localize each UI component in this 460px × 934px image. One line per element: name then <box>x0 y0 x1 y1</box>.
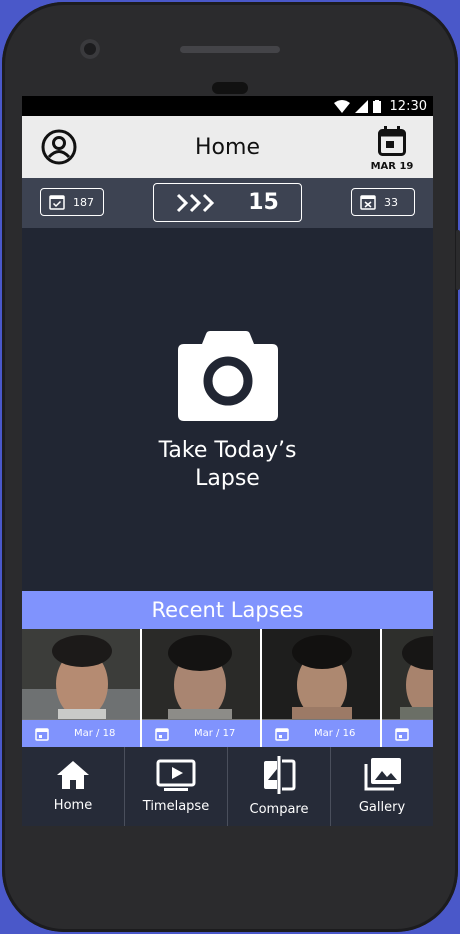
streak-counter[interactable]: 15 <box>153 183 302 222</box>
recent-lapse-item[interactable]: Mar / 17 <box>142 629 260 747</box>
calendar-icon <box>275 727 289 741</box>
battery-icon <box>372 99 381 113</box>
signal-icon <box>354 99 368 113</box>
lapse-photo <box>262 629 380 719</box>
speaker-grille <box>180 46 280 53</box>
nav-timelapse-label: Timelapse <box>142 799 210 814</box>
earpiece <box>212 82 248 94</box>
play-screen-icon <box>156 759 196 791</box>
front-camera <box>80 39 100 59</box>
compare-icon <box>264 756 296 794</box>
calendar-x-icon <box>360 195 376 210</box>
missed-count: 33 <box>384 195 398 209</box>
recent-lapse-item[interactable]: Mar / 16 <box>262 629 380 747</box>
date-picker-button[interactable]: MAR 19 <box>369 126 415 172</box>
take-lapse-label-line1: Take Today’s <box>158 437 297 463</box>
calendar-icon <box>378 126 406 156</box>
status-bar: 12:30 <box>22 96 433 116</box>
nav-home-label: Home <box>53 798 93 813</box>
lapse-date: Mar / 16 <box>314 728 356 739</box>
home-icon <box>57 761 89 789</box>
nav-home[interactable]: Home <box>22 747 125 826</box>
recent-lapse-item[interactable] <box>382 629 433 747</box>
calendar-check-icon <box>49 195 65 210</box>
current-date-label: MAR 19 <box>370 161 414 172</box>
calendar-icon <box>395 727 409 741</box>
volume-button <box>456 230 460 290</box>
nav-gallery[interactable]: Gallery <box>331 747 433 826</box>
nav-compare-label: Compare <box>249 802 309 817</box>
completed-days-chip[interactable]: 187 <box>40 188 104 216</box>
recent-lapses-list: Mar / 18 Mar / 17 Mar / 16 <box>22 629 433 747</box>
stats-bar: 187 15 33 <box>22 178 433 228</box>
nav-timelapse[interactable]: Timelapse <box>125 747 228 826</box>
gallery-icon <box>364 758 401 791</box>
calendar-icon <box>155 727 169 741</box>
streak-count: 15 <box>248 190 279 215</box>
recent-lapses-header: Recent Lapses <box>22 591 433 629</box>
lapse-date: Mar / 17 <box>194 728 236 739</box>
camera-icon <box>177 330 278 421</box>
nav-gallery-label: Gallery <box>358 800 406 815</box>
lapse-date: Mar / 18 <box>74 728 116 739</box>
status-time: 12:30 <box>389 98 427 114</box>
take-lapse-button[interactable]: Take Today’s Lapse <box>22 228 433 591</box>
lapse-photo <box>382 629 433 719</box>
lapse-caption <box>382 720 433 747</box>
page-title: Home <box>195 134 260 160</box>
lapse-caption: Mar / 18 <box>22 720 140 747</box>
lapse-photo <box>22 629 140 719</box>
lapse-caption: Mar / 16 <box>262 720 380 747</box>
take-lapse-label-line2: Lapse <box>195 465 260 491</box>
calendar-icon <box>35 727 49 741</box>
chevrons-right-icon <box>177 193 215 212</box>
app-screen: 12:30 Home MAR 19 187 15 33 Take Today’s… <box>22 96 433 826</box>
lapse-photo <box>142 629 260 719</box>
lapse-caption: Mar / 17 <box>142 720 260 747</box>
recent-lapse-item[interactable]: Mar / 18 <box>22 629 140 747</box>
completed-count: 187 <box>73 195 94 209</box>
bottom-navigation: Home Timelapse Compare Gallery <box>22 747 433 826</box>
app-bar: Home MAR 19 <box>22 116 433 178</box>
profile-icon[interactable] <box>40 128 78 166</box>
nav-compare[interactable]: Compare <box>228 747 331 826</box>
missed-days-chip[interactable]: 33 <box>351 188 415 216</box>
wifi-icon <box>333 99 350 113</box>
